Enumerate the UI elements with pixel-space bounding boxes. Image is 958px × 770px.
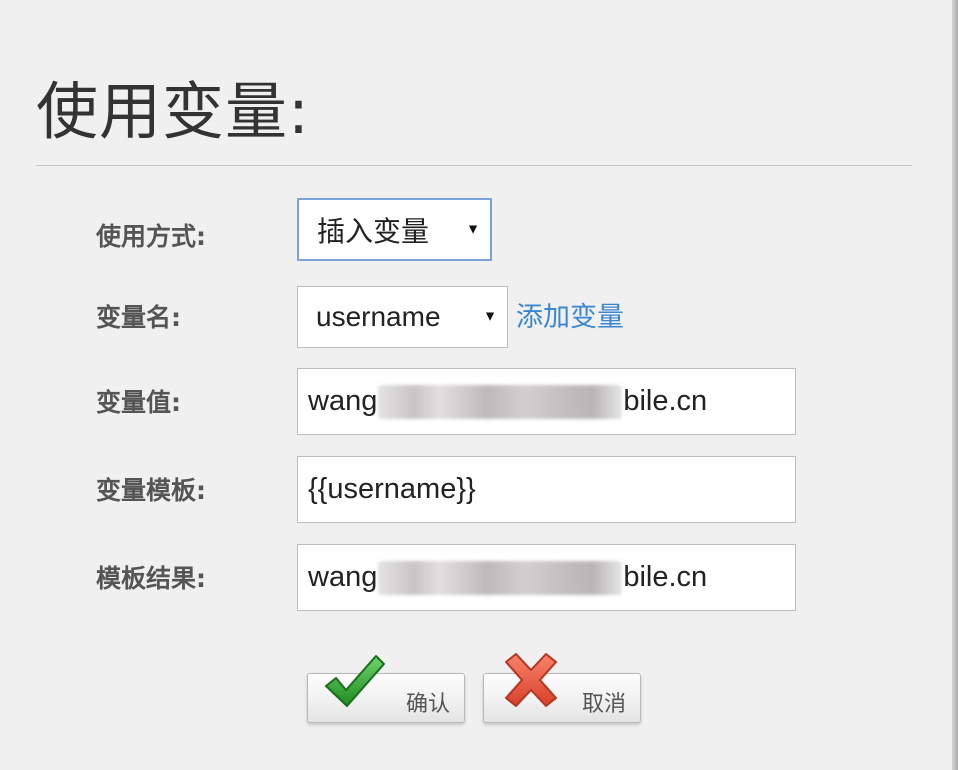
cross-icon [505,653,557,707]
checkmark-icon [325,655,385,707]
template-result-suffix: bile.cn [623,561,708,593]
usage-mode-selected-value: 插入变量 [317,215,430,247]
cancel-button-label: 取消 [581,692,626,717]
variable-value-label: 变量值: [96,388,181,417]
variable-value-field[interactable]: wang bile.cn [297,368,796,435]
window-edge [952,0,958,770]
template-result-prefix: wang [308,561,378,593]
template-result-label: 模板结果: [96,564,206,593]
redacted-text [378,560,623,595]
variable-name-label: 变量名: [96,303,181,332]
redacted-text [378,384,623,419]
variable-value-suffix: bile.cn [623,385,708,417]
usage-mode-label: 使用方式: [96,222,206,251]
variable-template-label: 变量模板: [96,476,206,505]
usage-mode-select[interactable]: 插入变量 ▼ [297,198,492,261]
confirm-button-label: 确认 [405,692,450,717]
page-title: 使用变量: [36,75,310,148]
variable-name-selected-value: username [316,301,441,332]
chevron-down-icon: ▼ [466,219,480,236]
confirm-button[interactable]: 确认 [307,655,465,723]
title-divider [36,165,912,166]
variable-name-select[interactable]: username ▼ [297,286,508,348]
variable-template-field[interactable]: {{username}} [297,456,796,523]
variable-value-prefix: wang [308,385,378,417]
add-variable-link[interactable]: 添加变量 [516,302,624,334]
variable-template-value: {{username}} [308,473,476,505]
chevron-down-icon: ▼ [483,307,497,324]
template-result-field[interactable]: wang bile.cn [297,544,796,611]
cancel-button[interactable]: 取消 [483,653,641,723]
